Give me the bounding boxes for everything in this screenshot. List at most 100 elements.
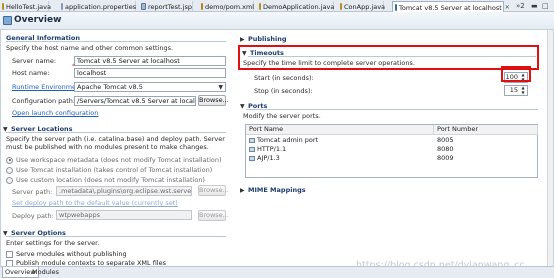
radio-dot [6,166,13,174]
tab-label: Tomcat v8.5 Server at localhost [399,3,502,12]
stop-timeout-value: 15 [509,86,518,94]
radio-workspace-metadata[interactable]: Use workspace metadata (does not modify … [6,156,222,164]
editor-tab-strip: HelloTest.java application.properties re… [0,0,554,13]
chevron-down-icon: ▼ [218,84,223,91]
server-path-browse-button[interactable]: Browse... [198,185,229,196]
editor-header: Overview [0,12,554,30]
port-name: AJP/1.3 [257,154,280,162]
server-icon [395,4,397,11]
java-file-icon [2,3,4,10]
start-timeout-label: Start (in seconds): [254,74,314,82]
minimize-icon[interactable]: ▬ [531,1,538,11]
set-default-deploy-path-link[interactable]: Set deploy path to the default value (cu… [12,199,178,207]
highlight-start-timeout [501,66,531,82]
runtime-environment-select[interactable]: Apache Tomcat v8.5 ▼ [74,82,226,92]
server-icon [3,16,12,25]
tab-label: ConApp.java [344,2,386,11]
port-name-cell: Tomcat admin port [249,136,318,145]
radio-label: Use custom location (does not modify Tom… [16,176,205,184]
deploy-path-field[interactable]: wtpwebapps [56,210,192,220]
general-info-desc: Specify the host name and other common s… [6,44,174,52]
tab-label: reportTest.jsp [147,2,192,11]
expand-icon[interactable]: ▶ [240,187,245,194]
port-name-cell: AJP/1.3 [249,154,280,163]
tab-reporttest[interactable]: reportTest.jsp [139,1,193,12]
tab-label: DemoApplication.java [263,2,335,11]
server-path-field[interactable]: .metadata\.plugins\org.eclipse.wst.serve… [56,186,192,196]
column-header-port-name[interactable]: Port Name [246,125,434,135]
ports-desc: Modify the server ports. [243,112,321,120]
deploy-path-label: Deploy path: [12,212,54,220]
checkbox-box [6,250,13,258]
collapse-icon[interactable]: ▼ [240,103,245,110]
radio-dot [6,156,13,164]
radio-tomcat-installation[interactable]: Use Tomcat installation (takes control o… [6,166,212,174]
column-header-port-number[interactable]: Port Number [434,125,538,135]
java-file-icon [340,3,342,10]
mime-mappings-title: MIME Mappings [248,186,306,194]
runtime-value: Apache Tomcat v8.5 [77,83,143,91]
tab-pom[interactable]: demo/pom.xml [199,1,254,12]
configuration-path-field[interactable]: /Servers/Tomcat v8.5 Server at localhost… [74,96,196,106]
maximize-icon[interactable]: □ [542,1,549,11]
jsp-file-icon [141,3,146,10]
port-name-cell: HTTP/1.1 [249,145,286,154]
section-divider [6,236,226,237]
tab-label: application.properties [65,2,137,11]
spinner-arrows-icon[interactable]: ▲ ▼ [520,85,526,95]
tab-conapp[interactable]: ConApp.java [338,1,386,12]
table-row[interactable]: AJP/1.3 8009 [246,154,537,163]
port-number-cell[interactable]: 8080 [437,145,454,154]
tab-label: demo/pom.xml [205,2,255,11]
server-name-field[interactable]: Tomcat v8.5 Server at localhost [74,56,226,66]
checkbox-label: Serve modules without publishing [16,250,127,258]
server-options-desc: Enter settings for the server. [6,239,100,247]
config-browse-button[interactable]: Browse... [198,95,229,106]
publishing-title: Publishing [248,35,287,43]
page-title: Overview [14,15,62,25]
server-name-label: Server name: [12,57,57,65]
port-icon [249,156,255,161]
tab-overflow-icon[interactable]: »2 [516,1,525,11]
port-name: HTTP/1.1 [257,145,287,153]
tab-application-properties[interactable]: application.properties [59,1,136,12]
tab-overflow-label: »2 [516,2,525,10]
server-path-label: Server path: [12,188,53,196]
section-divider [246,109,538,110]
timeouts-desc: Specify the time limit to complete serve… [243,59,415,67]
collapse-icon[interactable]: ▼ [242,50,247,57]
deploy-path-browse-button[interactable]: Browse... [198,210,229,221]
port-icon [249,147,255,152]
open-launch-configuration-link[interactable]: Open launch configuration [12,109,98,117]
section-divider [6,41,226,42]
port-number-cell[interactable]: 8005 [437,136,454,145]
radio-dot [6,176,13,184]
vertical-scrollbar[interactable] [547,30,553,266]
stop-timeout-label: Stop (in seconds): [254,87,313,95]
checkbox-serve-without-publishing[interactable]: Serve modules without publishing [6,250,127,258]
section-divider [248,56,536,57]
tab-modules[interactable]: Modules [30,267,61,278]
expand-icon[interactable]: ▶ [240,36,245,43]
ports-table: Port Name Port Number Tomcat admin port … [245,124,538,178]
radio-custom-location[interactable]: Use custom location (does not modify Tom… [6,176,205,184]
stop-timeout-spinner[interactable]: 15 ▲ ▼ [504,85,528,96]
table-row[interactable]: Tomcat admin port 8005 [246,136,537,145]
bottom-tab-strip: Overview Modules [0,266,554,278]
tab-demoapplication[interactable]: DemoApplication.java [257,1,334,12]
server-locations-desc: Specify the server path (i.e. catalina.b… [6,135,225,151]
configuration-path-label: Configuration path: [12,97,76,105]
xml-file-icon [201,3,203,10]
host-name-field[interactable]: localhost [74,68,226,78]
section-divider [6,132,226,133]
port-number-cell[interactable]: 8009 [437,154,454,163]
radio-label: Use Tomcat installation (takes control o… [16,166,213,174]
close-icon[interactable]: ✕ [505,4,510,11]
table-row[interactable]: HTTP/1.1 8080 [246,145,537,154]
java-file-icon [259,3,261,10]
tab-hellotest[interactable]: HelloTest.java [0,1,51,12]
tab-label: HelloTest.java [6,2,51,11]
port-icon [249,138,255,143]
properties-file-icon [61,3,63,10]
radio-label: Use workspace metadata (does not modify … [16,156,222,164]
